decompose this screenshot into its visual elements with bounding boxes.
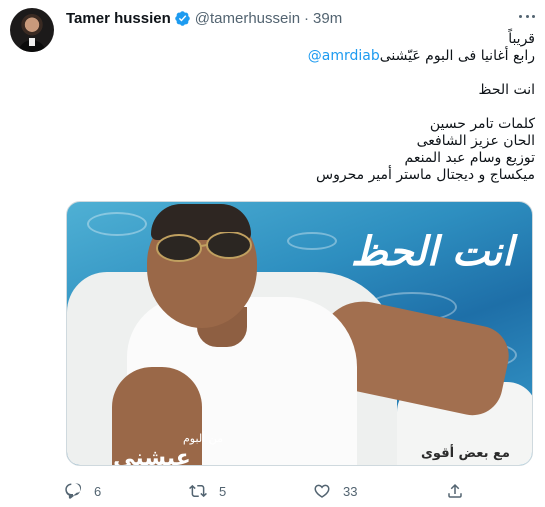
reply-button[interactable]: 6 [64,481,101,501]
album-title: انت الحظ [350,229,515,275]
retweet-icon [189,484,207,498]
more-icon[interactable] [519,6,535,26]
text-line-3: انت الحظ [478,82,535,98]
verified-badge-icon [175,10,190,26]
tweet-header: Tamer hussien @tamerhussein · 39m [66,9,342,27]
handle[interactable]: @tamerhussein [195,10,300,27]
text-line-4: كلمات تامر حسين [429,116,535,132]
share-icon [448,483,462,498]
heart-icon [314,484,330,498]
tweet-text: قريباً رابع أغانيا فى البوم عَيّشنى@amrd… [66,31,535,184]
from-album-label: من ألبوم [183,432,223,445]
separator-dot: · [304,9,310,27]
avatar-collar [29,38,35,46]
tweet-actions: 6 5 33 [64,481,464,501]
display-name[interactable]: Tamer hussien [66,10,171,27]
retweet-count: 5 [219,483,227,499]
like-count: 33 [343,483,358,499]
timestamp[interactable]: 39m [313,10,342,27]
sunglasses [156,232,252,262]
tweet-media-image[interactable]: انت الحظ من ألبوم عيشني مع بعض أقوى [66,201,533,466]
avatar[interactable] [10,8,54,52]
mention-link[interactable]: @amrdiab [308,48,380,64]
retweet-button[interactable]: 5 [189,481,226,501]
text-line-2-body: رابع أغانيا فى البوم عَيّشنى [379,48,535,64]
text-line-7: ميكساج و ديجتال ماستر أمير محروس [316,167,535,183]
text-line-2: رابع أغانيا فى البوم عَيّشنى@amrdiab [66,48,535,65]
share-button[interactable] [446,481,476,501]
tweet[interactable]: Tamer hussien @tamerhussein · 39m قريباً… [0,0,545,507]
brand-slogan: مع بعض أقوى [421,446,510,461]
album-logo: عيشني [113,446,191,466]
reply-count: 6 [94,483,102,499]
text-line-1: قريباً [508,31,535,47]
like-button[interactable]: 33 [313,481,357,501]
reply-icon [65,483,82,499]
text-line-6: توزيع وسام عبد المنعم [404,150,535,166]
text-line-5: الحان عزيز الشافعى [416,133,535,149]
